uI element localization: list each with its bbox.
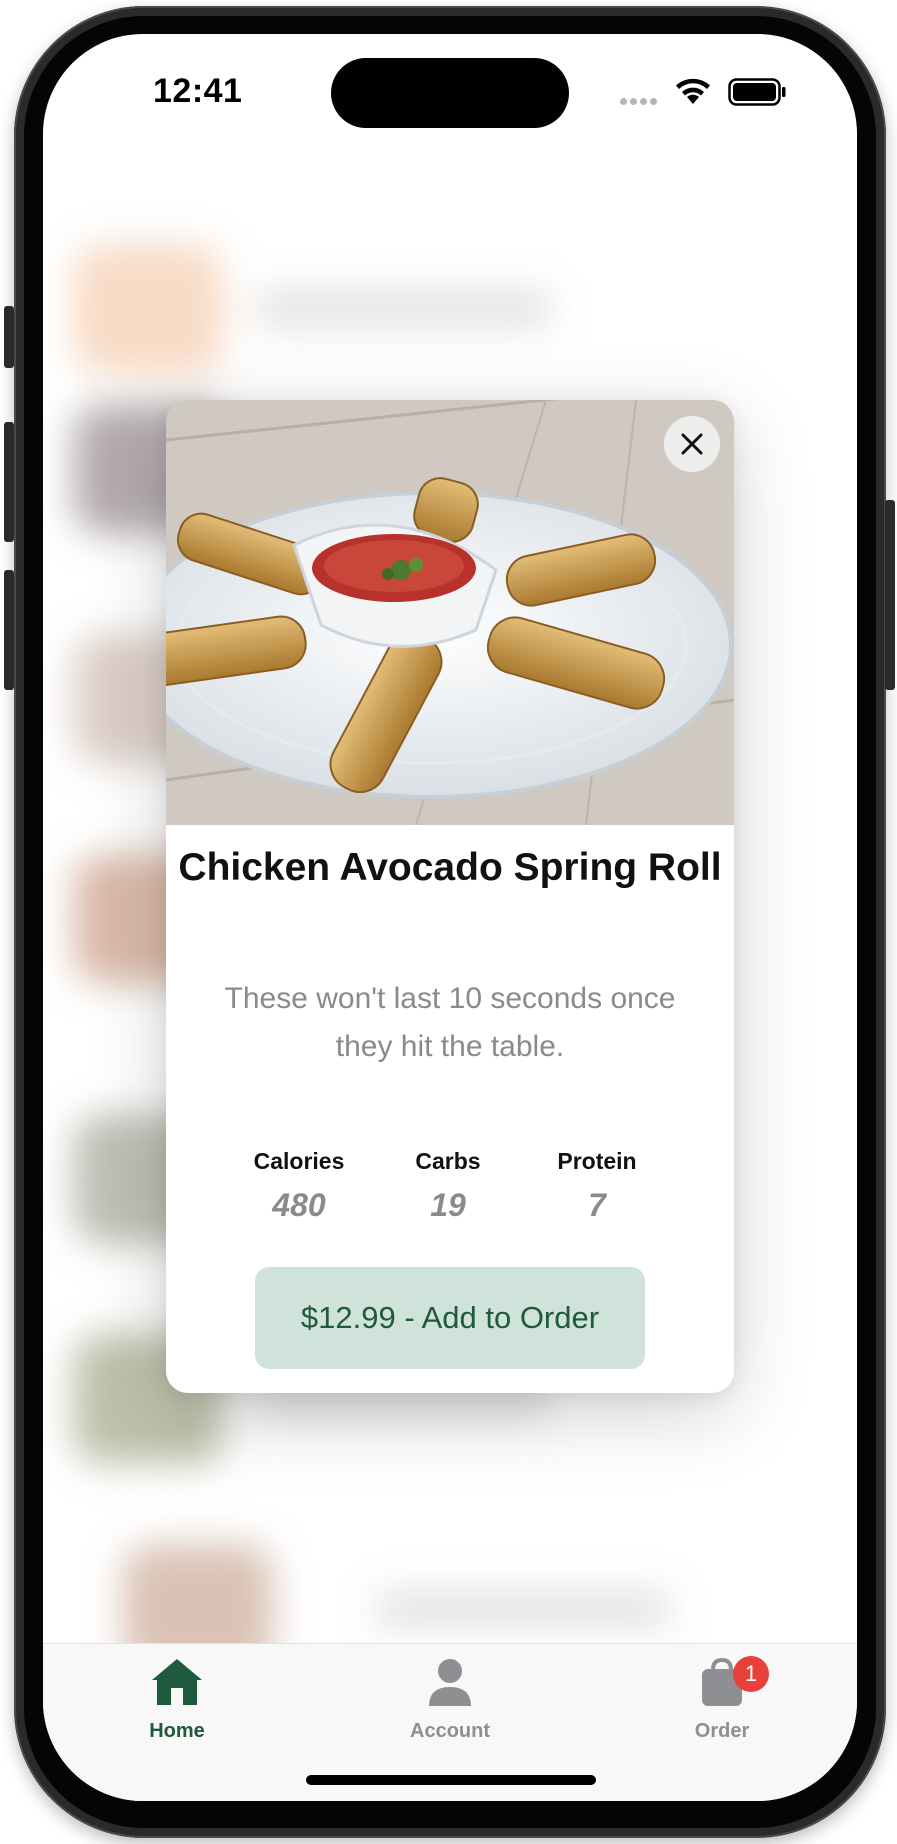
nutrition-label: Protein [557, 1148, 637, 1174]
tab-label: Home [149, 1720, 205, 1742]
close-icon [681, 433, 703, 455]
order-count-badge: 1 [733, 1656, 769, 1692]
tab-label: Account [410, 1720, 490, 1742]
cellular-signal-icon [620, 92, 660, 110]
person-icon [429, 1659, 471, 1706]
mute-switch [4, 306, 14, 368]
tab-account[interactable]: Account [370, 1656, 530, 1743]
item-photo [166, 400, 734, 825]
power-button [885, 500, 895, 690]
nutrition-calories: Calories 480 [219, 1148, 379, 1224]
nutrition-protein: Protein 7 [517, 1148, 677, 1224]
spring-roll-photo [166, 400, 734, 825]
nutrition-value: 7 [588, 1187, 606, 1223]
add-to-order-button[interactable]: $12.99 - Add to Order [255, 1267, 645, 1369]
tab-order[interactable]: Order 1 [642, 1656, 802, 1743]
dynamic-island [331, 58, 569, 128]
volume-down-button [4, 570, 14, 690]
item-description: These won't last 10 seconds once they hi… [224, 982, 676, 1063]
nutrition-value: 19 [430, 1187, 466, 1223]
close-button[interactable] [664, 416, 720, 472]
volume-up-button [4, 422, 14, 542]
nutrition-value: 480 [272, 1187, 326, 1223]
home-indicator[interactable] [306, 1775, 596, 1785]
status-time: 12:41 [153, 72, 243, 110]
house-icon [152, 1659, 202, 1705]
nutrition-carbs: Carbs 19 [368, 1148, 528, 1224]
item-title: Chicken Avocado Spring Roll [178, 846, 722, 889]
battery-icon [728, 78, 786, 106]
item-detail-modal: Chicken Avocado Spring Roll These won't … [166, 400, 734, 1393]
tab-label: Order [694, 1720, 750, 1742]
tab-home[interactable]: Home [97, 1656, 257, 1743]
wifi-icon [676, 78, 710, 104]
screen: 12:41 Chicken Avocado Spring Roll These … [43, 34, 857, 1801]
nutrition-label: Carbs [415, 1148, 481, 1174]
nutrition-label: Calories [253, 1148, 345, 1174]
